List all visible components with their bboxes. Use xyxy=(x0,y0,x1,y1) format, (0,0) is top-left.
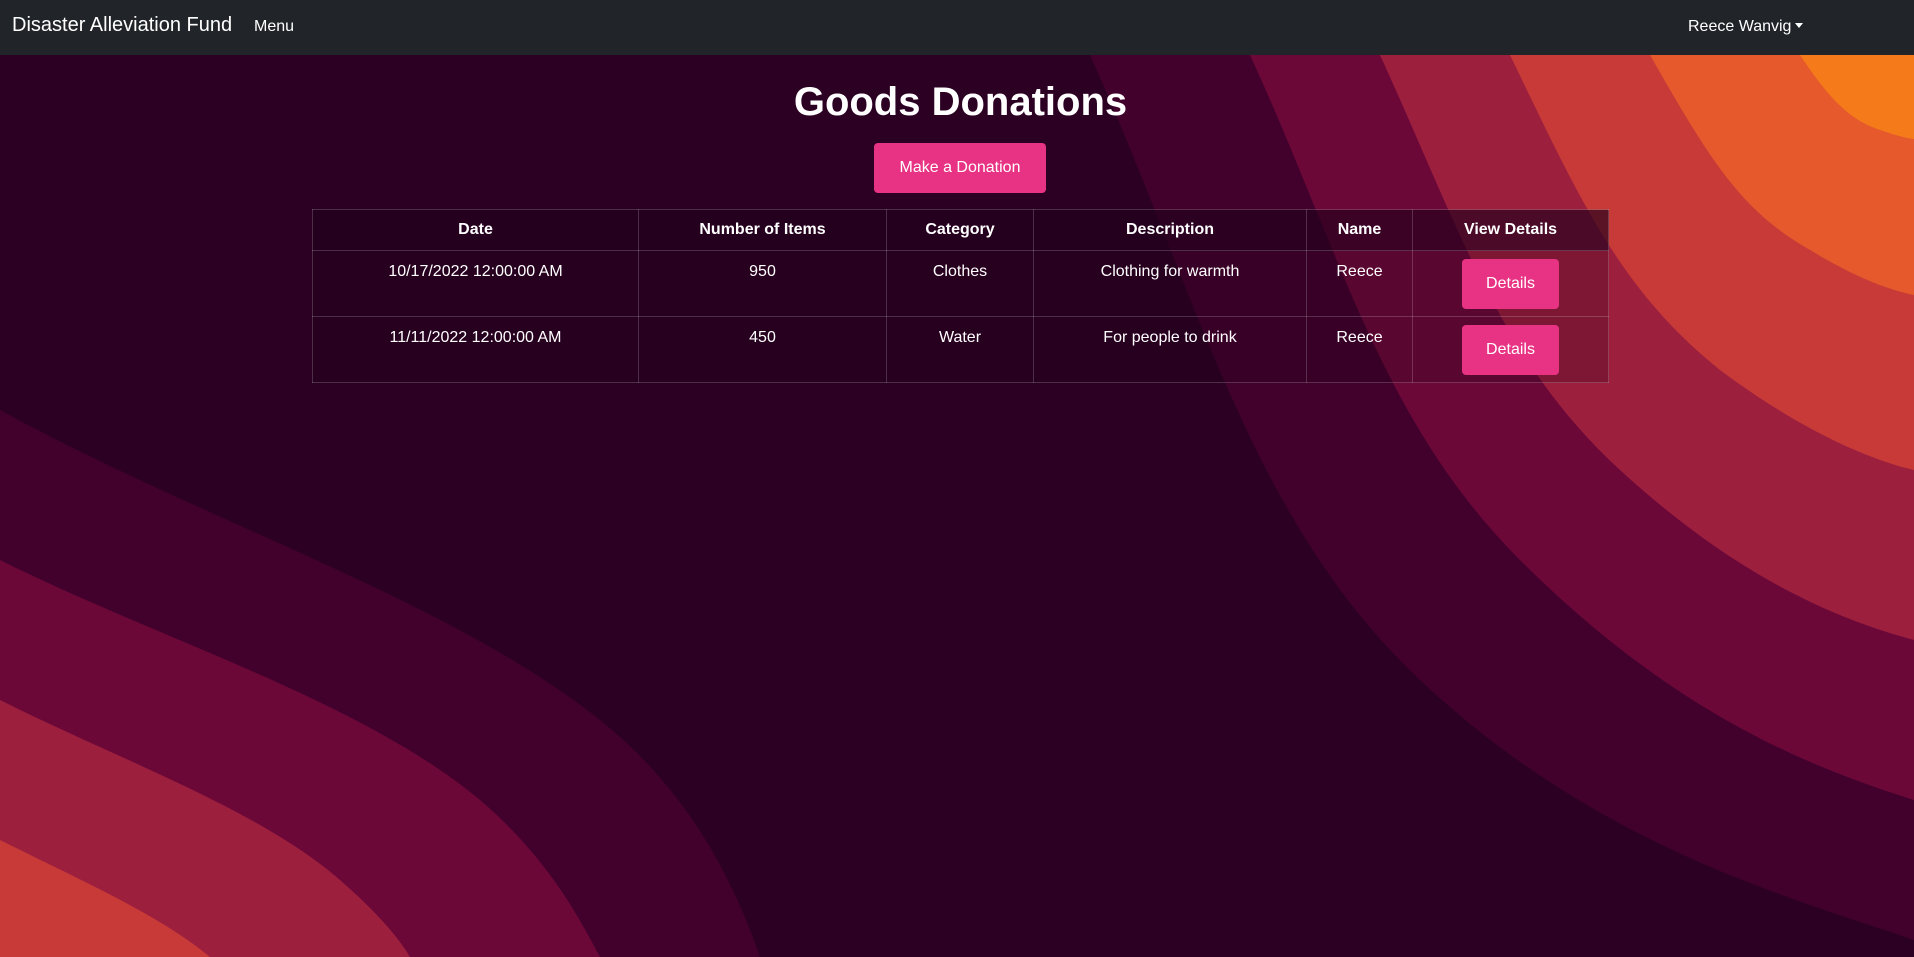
cell-name: Reece xyxy=(1306,316,1413,383)
cell-description: Clothing for warmth xyxy=(1033,250,1307,317)
cell-name: Reece xyxy=(1306,250,1413,317)
user-name-label: Reece Wanvig xyxy=(1688,18,1792,35)
table-header-row: Date Number of Items Category Descriptio… xyxy=(312,209,1609,251)
cell-items: 450 xyxy=(638,316,887,383)
cell-category: Clothes xyxy=(886,250,1034,317)
user-dropdown[interactable]: Reece Wanvig xyxy=(1688,18,1804,36)
cell-category: Water xyxy=(886,316,1034,383)
table-row: 10/17/2022 12:00:00 AM 950 Clothes Cloth… xyxy=(312,250,1609,317)
caret-down-icon xyxy=(1795,23,1804,28)
make-donation-button[interactable]: Make a Donation xyxy=(874,143,1046,193)
cell-action: Details xyxy=(1412,316,1609,383)
header-name: Name xyxy=(1306,209,1413,251)
header-description: Description xyxy=(1033,209,1307,251)
details-button[interactable]: Details xyxy=(1462,259,1559,309)
cell-date: 10/17/2022 12:00:00 AM xyxy=(312,250,639,317)
table-row: 11/11/2022 12:00:00 AM 450 Water For peo… xyxy=(312,316,1609,383)
brand-link[interactable]: Disaster Alleviation Fund xyxy=(12,14,232,37)
donations-table: Date Number of Items Category Descriptio… xyxy=(312,209,1609,383)
donations-table-container: Date Number of Items Category Descriptio… xyxy=(312,209,1609,383)
cell-date: 11/11/2022 12:00:00 AM xyxy=(312,316,639,383)
header-number-of-items: Number of Items xyxy=(638,209,887,251)
header-date: Date xyxy=(312,209,639,251)
header-view-details: View Details xyxy=(1412,209,1609,251)
page-title: Goods Donations xyxy=(793,80,1128,124)
details-button[interactable]: Details xyxy=(1462,325,1559,375)
menu-link[interactable]: Menu xyxy=(254,18,294,36)
top-navbar: Disaster Alleviation Fund Menu Reece Wan… xyxy=(0,0,1914,55)
cell-description: For people to drink xyxy=(1033,316,1307,383)
cell-items: 950 xyxy=(638,250,887,317)
header-category: Category xyxy=(886,209,1034,251)
cell-action: Details xyxy=(1412,250,1609,317)
